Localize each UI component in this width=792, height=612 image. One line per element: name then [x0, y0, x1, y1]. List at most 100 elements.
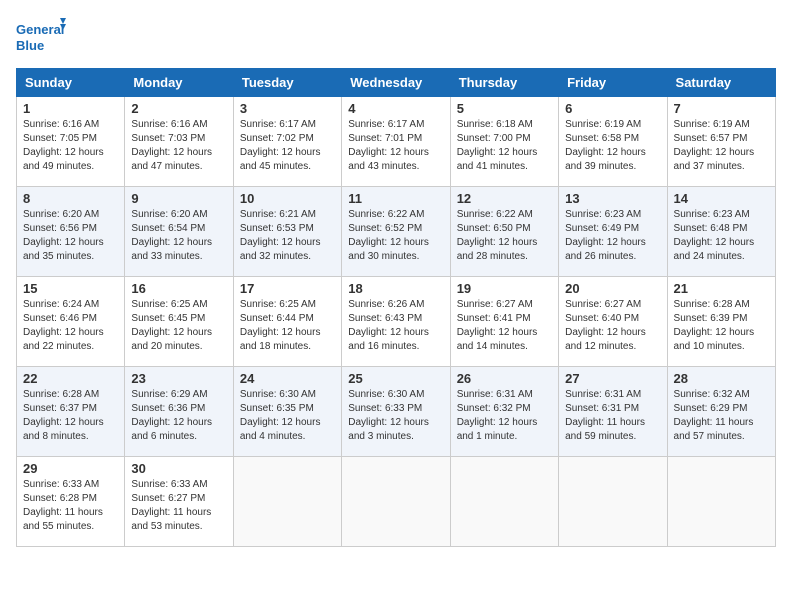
day-number: 19 — [457, 281, 552, 296]
day-info: Sunrise: 6:28 AM Sunset: 6:39 PM Dayligh… — [674, 298, 769, 354]
day-cell-4: 4 Sunrise: 6:17 AM Sunset: 7:01 PM Dayli… — [342, 97, 450, 187]
sunset-label: Sunset: 6:29 PM — [674, 403, 748, 414]
page-header: General Blue — [16, 16, 776, 60]
day-cell-3: 3 Sunrise: 6:17 AM Sunset: 7:02 PM Dayli… — [233, 97, 341, 187]
sunset-label: Sunset: 6:54 PM — [131, 223, 205, 234]
sunset-label: Sunset: 6:36 PM — [131, 403, 205, 414]
day-number: 7 — [674, 101, 769, 116]
day-info: Sunrise: 6:31 AM Sunset: 6:31 PM Dayligh… — [565, 388, 660, 444]
day-cell-6: 6 Sunrise: 6:19 AM Sunset: 6:58 PM Dayli… — [559, 97, 667, 187]
daylight-label: Daylight: 12 hours and 12 minutes. — [565, 327, 646, 352]
day-number: 2 — [131, 101, 226, 116]
sunset-label: Sunset: 6:57 PM — [674, 133, 748, 144]
day-info: Sunrise: 6:25 AM Sunset: 6:45 PM Dayligh… — [131, 298, 226, 354]
sunset-label: Sunset: 6:56 PM — [23, 223, 97, 234]
calendar-week-5: 29 Sunrise: 6:33 AM Sunset: 6:28 PM Dayl… — [17, 457, 776, 547]
day-number: 28 — [674, 371, 769, 386]
sunset-label: Sunset: 6:52 PM — [348, 223, 422, 234]
day-cell-18: 18 Sunrise: 6:26 AM Sunset: 6:43 PM Dayl… — [342, 277, 450, 367]
day-cell-30: 30 Sunrise: 6:33 AM Sunset: 6:27 PM Dayl… — [125, 457, 233, 547]
sunrise-label: Sunrise: 6:33 AM — [131, 479, 207, 490]
daylight-label: Daylight: 11 hours and 53 minutes. — [131, 507, 211, 532]
header-sunday: Sunday — [17, 69, 125, 97]
day-number: 16 — [131, 281, 226, 296]
day-number: 23 — [131, 371, 226, 386]
day-number: 30 — [131, 461, 226, 476]
sunrise-label: Sunrise: 6:21 AM — [240, 209, 316, 220]
sunset-label: Sunset: 6:44 PM — [240, 313, 314, 324]
daylight-label: Daylight: 12 hours and 30 minutes. — [348, 237, 429, 262]
sunrise-label: Sunrise: 6:29 AM — [131, 389, 207, 400]
day-cell-25: 25 Sunrise: 6:30 AM Sunset: 6:33 PM Dayl… — [342, 367, 450, 457]
sunrise-label: Sunrise: 6:25 AM — [240, 299, 316, 310]
daylight-label: Daylight: 12 hours and 16 minutes. — [348, 327, 429, 352]
day-info: Sunrise: 6:22 AM Sunset: 6:50 PM Dayligh… — [457, 208, 552, 264]
day-cell-12: 12 Sunrise: 6:22 AM Sunset: 6:50 PM Dayl… — [450, 187, 558, 277]
daylight-label: Daylight: 12 hours and 4 minutes. — [240, 417, 321, 442]
sunrise-label: Sunrise: 6:16 AM — [131, 119, 207, 130]
day-info: Sunrise: 6:28 AM Sunset: 6:37 PM Dayligh… — [23, 388, 118, 444]
day-number: 27 — [565, 371, 660, 386]
empty-cell — [233, 457, 341, 547]
sunset-label: Sunset: 6:39 PM — [674, 313, 748, 324]
day-info: Sunrise: 6:22 AM Sunset: 6:52 PM Dayligh… — [348, 208, 443, 264]
day-number: 20 — [565, 281, 660, 296]
day-info: Sunrise: 6:25 AM Sunset: 6:44 PM Dayligh… — [240, 298, 335, 354]
sunset-label: Sunset: 6:35 PM — [240, 403, 314, 414]
calendar-table: SundayMondayTuesdayWednesdayThursdayFrid… — [16, 68, 776, 547]
day-cell-1: 1 Sunrise: 6:16 AM Sunset: 7:05 PM Dayli… — [17, 97, 125, 187]
sunrise-label: Sunrise: 6:30 AM — [240, 389, 316, 400]
sunset-label: Sunset: 6:48 PM — [674, 223, 748, 234]
sunrise-label: Sunrise: 6:30 AM — [348, 389, 424, 400]
daylight-label: Daylight: 12 hours and 43 minutes. — [348, 147, 429, 172]
logo-svg: General Blue — [16, 16, 66, 60]
header-monday: Monday — [125, 69, 233, 97]
day-number: 15 — [23, 281, 118, 296]
day-info: Sunrise: 6:30 AM Sunset: 6:33 PM Dayligh… — [348, 388, 443, 444]
empty-cell — [450, 457, 558, 547]
day-cell-17: 17 Sunrise: 6:25 AM Sunset: 6:44 PM Dayl… — [233, 277, 341, 367]
sunrise-label: Sunrise: 6:19 AM — [674, 119, 750, 130]
day-info: Sunrise: 6:24 AM Sunset: 6:46 PM Dayligh… — [23, 298, 118, 354]
day-info: Sunrise: 6:30 AM Sunset: 6:35 PM Dayligh… — [240, 388, 335, 444]
day-number: 9 — [131, 191, 226, 206]
sunset-label: Sunset: 6:58 PM — [565, 133, 639, 144]
day-info: Sunrise: 6:16 AM Sunset: 7:05 PM Dayligh… — [23, 118, 118, 174]
daylight-label: Daylight: 12 hours and 35 minutes. — [23, 237, 104, 262]
day-number: 6 — [565, 101, 660, 116]
day-cell-26: 26 Sunrise: 6:31 AM Sunset: 6:32 PM Dayl… — [450, 367, 558, 457]
day-info: Sunrise: 6:32 AM Sunset: 6:29 PM Dayligh… — [674, 388, 769, 444]
day-number: 4 — [348, 101, 443, 116]
day-number: 29 — [23, 461, 118, 476]
calendar-week-1: 1 Sunrise: 6:16 AM Sunset: 7:05 PM Dayli… — [17, 97, 776, 187]
day-cell-21: 21 Sunrise: 6:28 AM Sunset: 6:39 PM Dayl… — [667, 277, 775, 367]
svg-text:Blue: Blue — [16, 38, 44, 53]
daylight-label: Daylight: 12 hours and 26 minutes. — [565, 237, 646, 262]
day-info: Sunrise: 6:31 AM Sunset: 6:32 PM Dayligh… — [457, 388, 552, 444]
sunrise-label: Sunrise: 6:26 AM — [348, 299, 424, 310]
day-cell-15: 15 Sunrise: 6:24 AM Sunset: 6:46 PM Dayl… — [17, 277, 125, 367]
sunrise-label: Sunrise: 6:28 AM — [674, 299, 750, 310]
day-info: Sunrise: 6:33 AM Sunset: 6:27 PM Dayligh… — [131, 478, 226, 534]
sunrise-label: Sunrise: 6:16 AM — [23, 119, 99, 130]
daylight-label: Daylight: 12 hours and 49 minutes. — [23, 147, 104, 172]
day-info: Sunrise: 6:33 AM Sunset: 6:28 PM Dayligh… — [23, 478, 118, 534]
empty-cell — [667, 457, 775, 547]
header-wednesday: Wednesday — [342, 69, 450, 97]
day-info: Sunrise: 6:27 AM Sunset: 6:40 PM Dayligh… — [565, 298, 660, 354]
day-cell-28: 28 Sunrise: 6:32 AM Sunset: 6:29 PM Dayl… — [667, 367, 775, 457]
day-number: 10 — [240, 191, 335, 206]
sunrise-label: Sunrise: 6:19 AM — [565, 119, 641, 130]
day-cell-13: 13 Sunrise: 6:23 AM Sunset: 6:49 PM Dayl… — [559, 187, 667, 277]
sunset-label: Sunset: 7:05 PM — [23, 133, 97, 144]
daylight-label: Daylight: 12 hours and 6 minutes. — [131, 417, 212, 442]
daylight-label: Daylight: 12 hours and 28 minutes. — [457, 237, 538, 262]
day-number: 8 — [23, 191, 118, 206]
sunset-label: Sunset: 7:02 PM — [240, 133, 314, 144]
day-cell-19: 19 Sunrise: 6:27 AM Sunset: 6:41 PM Dayl… — [450, 277, 558, 367]
empty-cell — [559, 457, 667, 547]
daylight-label: Daylight: 12 hours and 33 minutes. — [131, 237, 212, 262]
day-cell-24: 24 Sunrise: 6:30 AM Sunset: 6:35 PM Dayl… — [233, 367, 341, 457]
day-number: 21 — [674, 281, 769, 296]
day-info: Sunrise: 6:20 AM Sunset: 6:54 PM Dayligh… — [131, 208, 226, 264]
